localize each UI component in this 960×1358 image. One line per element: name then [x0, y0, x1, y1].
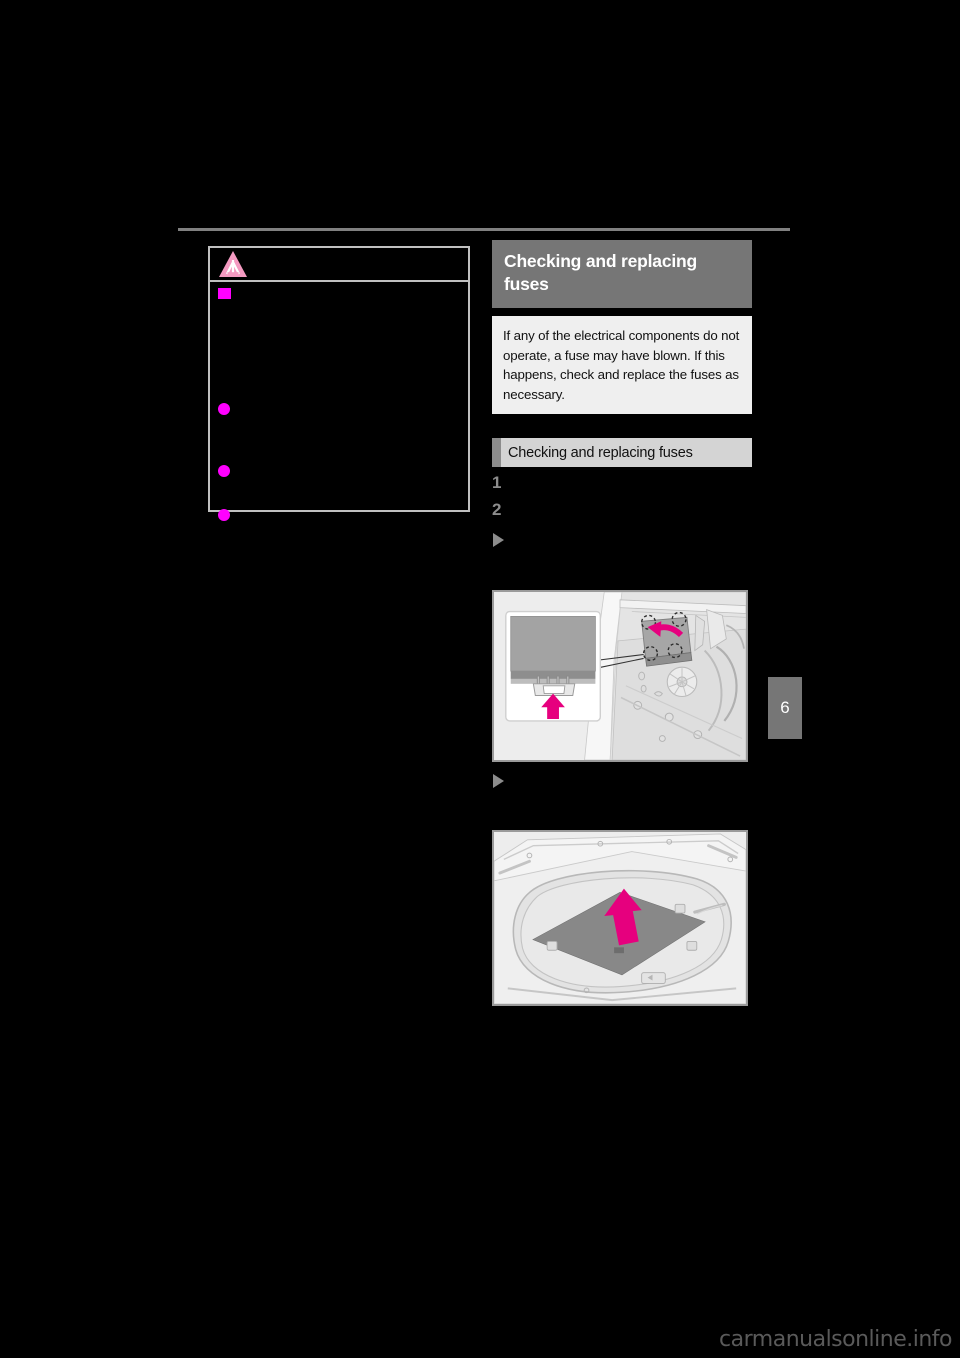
variant-marker	[492, 531, 752, 549]
subsection-accent-bar	[492, 438, 501, 467]
figure-engine-compartment-fuse-box	[492, 590, 748, 762]
variant-marker	[492, 772, 774, 790]
triangle-right-icon	[493, 533, 504, 547]
luggage-compartment-illustration	[494, 832, 746, 1004]
chapter-tab: 6	[768, 677, 802, 739]
subsection-label: Checking and replacing fuses	[508, 444, 693, 461]
dot-bullet-icon	[218, 465, 230, 477]
step-number: 1	[492, 473, 502, 492]
section-header: Checking and replacing fuses	[492, 240, 752, 308]
procedure-step: 2	[492, 501, 752, 521]
manual-page: Checking and replacing fuses If any of t…	[0, 0, 960, 1358]
section-intro: If any of the electrical components do n…	[492, 316, 752, 414]
header-divider	[178, 228, 790, 231]
warning-box-header	[210, 248, 468, 282]
warning-triangle-icon	[219, 251, 247, 277]
triangle-right-icon	[493, 774, 504, 788]
dot-bullet-icon	[218, 509, 230, 521]
right-column: Checking and replacing fuses If any of t…	[492, 240, 752, 549]
subsection-header: Checking and replacing fuses	[492, 438, 752, 467]
procedure-step: 1	[492, 474, 752, 494]
square-bullet-icon	[218, 288, 231, 299]
engine-compartment-illustration	[494, 592, 746, 760]
site-watermark: carmanualsonline.info	[719, 1327, 952, 1352]
warning-box	[208, 246, 470, 521]
dot-bullet-icon	[218, 403, 230, 415]
step-number: 2	[492, 500, 502, 519]
figure-luggage-compartment-floor	[492, 830, 748, 1006]
warning-box-body	[210, 282, 468, 521]
